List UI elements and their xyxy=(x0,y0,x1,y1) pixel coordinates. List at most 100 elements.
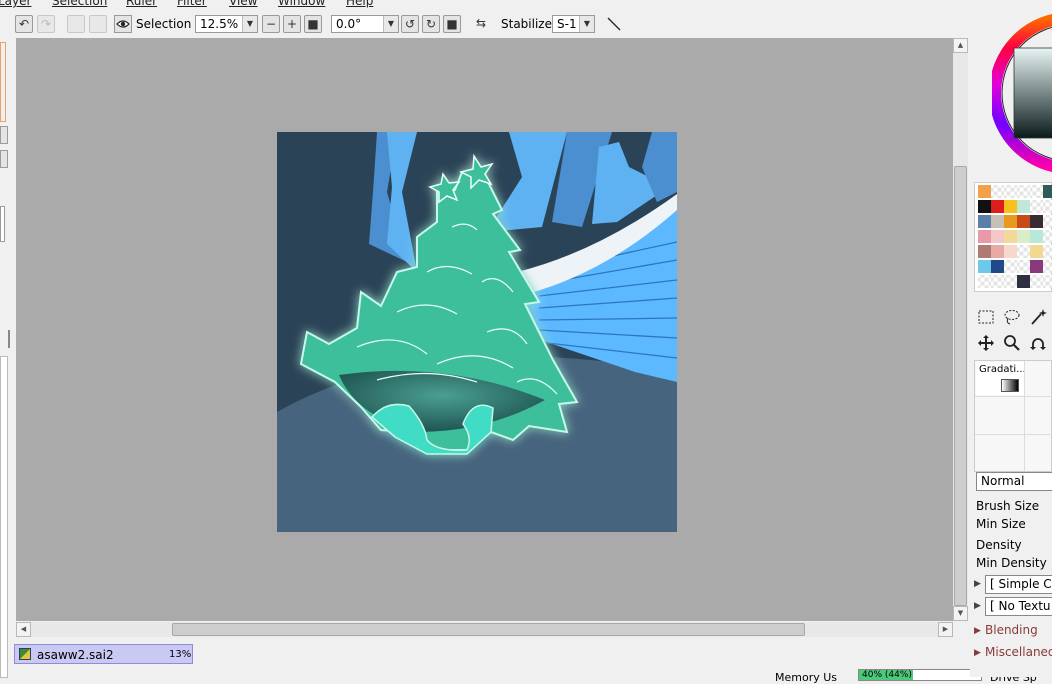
rotate-ccw-button[interactable]: ↺ xyxy=(401,15,419,33)
color-swatch[interactable] xyxy=(991,245,1004,258)
color-swatch[interactable] xyxy=(1004,200,1017,213)
empty-swatch[interactable] xyxy=(1030,200,1043,213)
color-swatch[interactable] xyxy=(978,200,991,213)
color-swatch[interactable] xyxy=(1043,185,1052,198)
empty-swatch[interactable] xyxy=(1043,275,1052,288)
invert-selection-button[interactable] xyxy=(89,15,107,33)
menu-ruler[interactable]: Ruler xyxy=(126,0,157,8)
horizontal-scrollbar[interactable]: ◀ ▶ xyxy=(16,622,953,637)
empty-swatch[interactable] xyxy=(1030,185,1043,198)
scroll-down-icon[interactable]: ▼ xyxy=(953,606,968,621)
color-swatch[interactable] xyxy=(1017,230,1030,243)
move-icon[interactable] xyxy=(976,333,996,353)
horizontal-scroll-thumb[interactable] xyxy=(172,623,805,636)
miscellaneous-section[interactable]: Miscellaneou xyxy=(985,645,1052,659)
empty-swatch[interactable] xyxy=(1043,215,1052,228)
color-swatch[interactable] xyxy=(991,230,1004,243)
color-swatch[interactable] xyxy=(978,260,991,273)
empty-swatch[interactable] xyxy=(991,275,1004,288)
zoom-out-button[interactable]: − xyxy=(262,15,280,33)
empty-swatch[interactable] xyxy=(1043,260,1052,273)
vertical-scroll-thumb[interactable] xyxy=(954,166,967,606)
color-swatch[interactable] xyxy=(1030,230,1043,243)
color-swatch[interactable] xyxy=(978,215,991,228)
color-swatch[interactable] xyxy=(1030,215,1043,228)
panel-field[interactable] xyxy=(0,206,5,242)
flip-horizontal-icon[interactable]: ⇆ xyxy=(472,15,490,33)
rotate-icon[interactable] xyxy=(1028,333,1048,353)
expand-texture-icon[interactable]: ▶ xyxy=(974,601,981,611)
zoom-in-button[interactable]: + xyxy=(283,15,301,33)
menu-window[interactable]: Window xyxy=(278,0,325,8)
color-swatch[interactable] xyxy=(1030,245,1043,258)
color-swatch[interactable] xyxy=(1017,215,1030,228)
rotate-cw-button[interactable]: ↻ xyxy=(422,15,440,33)
chevron-down-icon[interactable]: ▼ xyxy=(579,16,594,32)
layer-list-edge[interactable] xyxy=(0,356,8,678)
vertical-scrollbar[interactable]: ▲ ▼ xyxy=(953,38,968,621)
scroll-up-icon[interactable]: ▲ xyxy=(953,38,968,53)
menu-filter[interactable]: Filter xyxy=(177,0,207,8)
empty-swatch[interactable] xyxy=(1004,185,1017,198)
straight-line-icon[interactable] xyxy=(605,15,623,33)
expand-misc-icon[interactable]: ▶ xyxy=(974,648,981,658)
document-tab[interactable]: asaww2.sai2 13% xyxy=(14,644,193,664)
eye-icon[interactable] xyxy=(114,15,132,33)
layer-thumb-edge[interactable] xyxy=(0,42,6,122)
canvas-area[interactable] xyxy=(16,38,953,621)
color-swatch[interactable] xyxy=(978,245,991,258)
rotate-reset-button[interactable]: ■ xyxy=(443,15,461,33)
magic-wand-icon[interactable] xyxy=(1028,307,1048,327)
panel-button[interactable] xyxy=(0,150,8,168)
stabilizer-combo[interactable]: S-1 ▼ xyxy=(552,15,595,33)
redo-button[interactable]: ↷ xyxy=(37,15,55,33)
blend-mode-select[interactable]: Normal xyxy=(976,472,1052,491)
color-swatch[interactable] xyxy=(1017,275,1030,288)
gradation-tool-slot[interactable]: Gradati... xyxy=(976,362,1026,395)
splitter-handle[interactable] xyxy=(8,330,10,348)
menu-view[interactable]: View xyxy=(229,0,257,8)
empty-swatch[interactable] xyxy=(1043,245,1052,258)
empty-swatch[interactable] xyxy=(978,275,991,288)
color-swatch[interactable] xyxy=(991,215,1004,228)
empty-swatch[interactable] xyxy=(991,185,1004,198)
angle-combo[interactable]: 0.0° ▼ xyxy=(331,15,399,33)
empty-swatch[interactable] xyxy=(1004,275,1017,288)
color-swatch[interactable] xyxy=(1030,260,1043,273)
color-swatch[interactable] xyxy=(1017,200,1030,213)
artwork-canvas[interactable] xyxy=(277,132,677,532)
empty-swatch[interactable] xyxy=(1004,260,1017,273)
zoom-reset-button[interactable]: ■ xyxy=(304,15,322,33)
zoom-combo[interactable]: 12.5% ▼ xyxy=(195,15,258,33)
blending-section[interactable]: Blending xyxy=(985,623,1038,637)
color-swatch[interactable] xyxy=(1004,215,1017,228)
color-swatch[interactable] xyxy=(978,230,991,243)
empty-swatch[interactable] xyxy=(1017,185,1030,198)
empty-swatch[interactable] xyxy=(1017,260,1030,273)
rect-select-icon[interactable] xyxy=(976,307,996,327)
scroll-left-icon[interactable]: ◀ xyxy=(16,622,31,637)
menu-help[interactable]: Help xyxy=(346,0,373,8)
color-swatch[interactable] xyxy=(1004,245,1017,258)
deselect-button[interactable] xyxy=(67,15,85,33)
brush-texture-select[interactable]: [ No Textu xyxy=(985,597,1052,616)
zoom-icon[interactable] xyxy=(1002,333,1022,353)
empty-swatch[interactable] xyxy=(1043,230,1052,243)
color-swatch[interactable] xyxy=(978,185,991,198)
scroll-right-icon[interactable]: ▶ xyxy=(938,622,953,637)
empty-swatch[interactable] xyxy=(1017,245,1030,258)
color-wheel[interactable] xyxy=(992,13,1052,173)
brush-shape-select[interactable]: [ Simple Cir xyxy=(985,575,1052,594)
expand-shape-icon[interactable]: ▶ xyxy=(974,579,981,589)
color-swatch[interactable] xyxy=(1004,230,1017,243)
expand-blending-icon[interactable]: ▶ xyxy=(974,626,981,636)
color-swatch[interactable] xyxy=(991,200,1004,213)
color-swatch[interactable] xyxy=(991,260,1004,273)
undo-button[interactable]: ↶ xyxy=(15,15,33,33)
chevron-down-icon[interactable]: ▼ xyxy=(242,16,257,32)
menu-selection[interactable]: Selection xyxy=(52,0,107,8)
panel-button[interactable] xyxy=(0,126,8,144)
empty-swatch[interactable] xyxy=(1030,275,1043,288)
chevron-down-icon[interactable]: ▼ xyxy=(383,16,398,32)
lasso-icon[interactable] xyxy=(1002,307,1022,327)
